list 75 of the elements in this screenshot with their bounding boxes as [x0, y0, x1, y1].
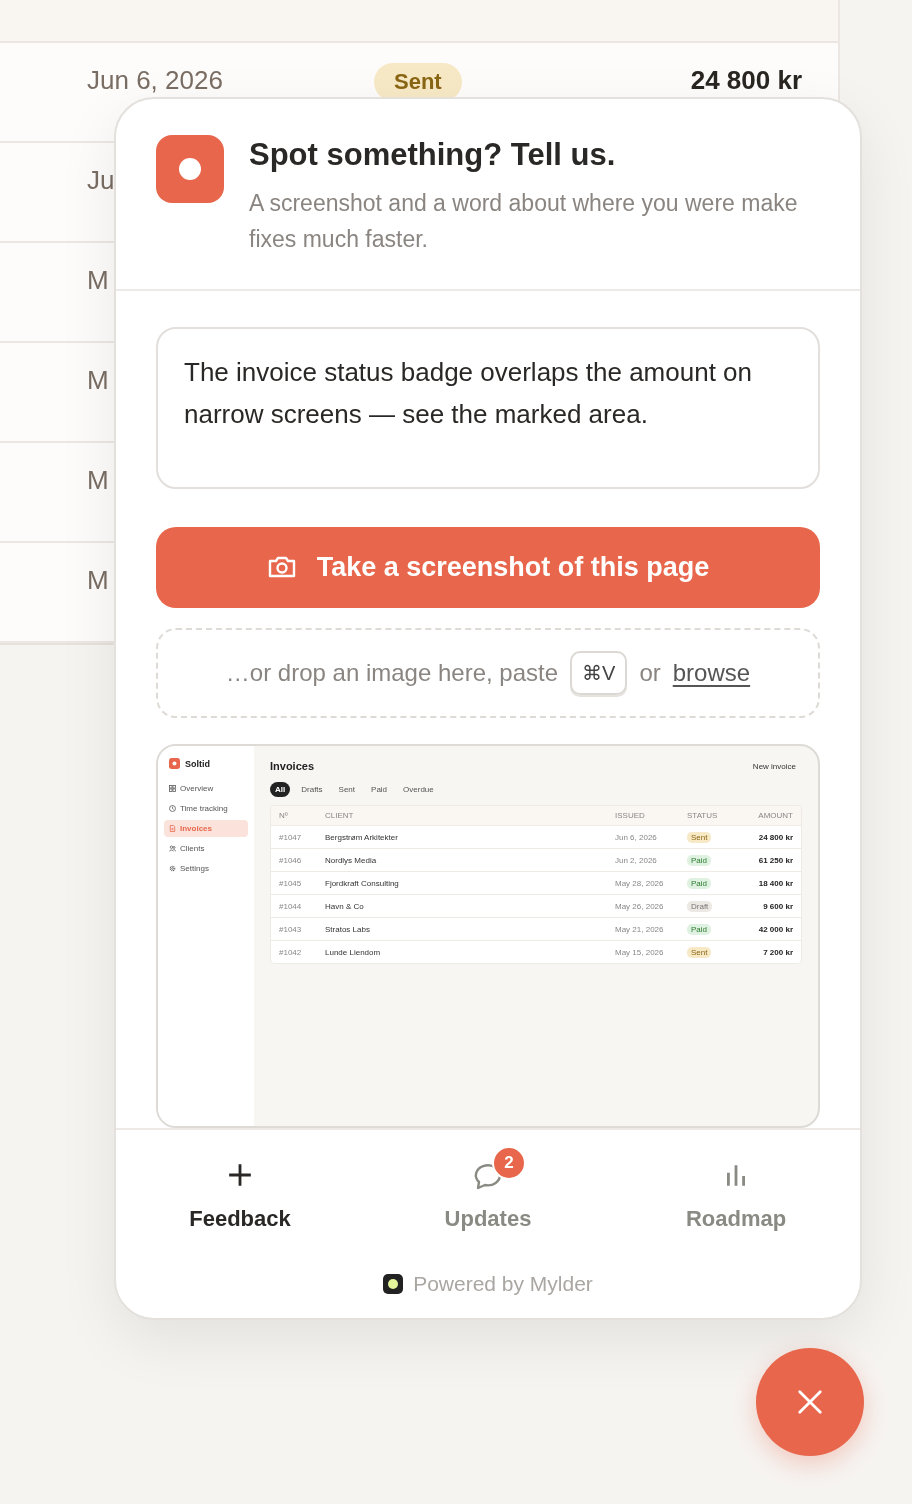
key-hint: ⌘V — [570, 651, 628, 696]
clock-icon — [169, 805, 176, 812]
filter-tab[interactable]: Drafts — [296, 782, 328, 797]
table-cell: Ju — [87, 165, 115, 195]
table-cell-text: Jun 2, 2026 — [615, 855, 658, 865]
plus-icon — [227, 1162, 253, 1188]
app-name: Soltid — [185, 758, 210, 769]
table-cell-text: #1042 — [279, 947, 303, 957]
table-cell-text: May 15, 2026 — [615, 947, 665, 957]
table-cell-text: 9 600 kr — [762, 901, 793, 911]
page-heading: Invoices — [270, 760, 315, 772]
table-cell: M — [87, 565, 109, 595]
status-badge: Paid — [687, 923, 711, 935]
table-cell-text: 18 400 kr — [757, 878, 793, 888]
gear-icon — [169, 865, 176, 872]
status-badge: Sent — [687, 831, 712, 843]
table-cell-text: #1045 — [279, 878, 303, 888]
table-cell-text: 42 000 kr — [757, 924, 793, 934]
table-cell-text: May 21, 2026 — [615, 924, 665, 934]
status-badge: Sent — [687, 946, 712, 958]
status-badge: Paid — [687, 877, 711, 889]
drop-hint: or — [639, 659, 661, 688]
table-cell-text: #1046 — [279, 855, 303, 865]
column-header: ISSUED — [615, 811, 646, 820]
panel-subtitle: A screenshot and a word about where you were make fixes much faster. — [249, 189, 799, 254]
nav-tab[interactable]: Feedback — [116, 1146, 364, 1232]
column-header: CLIENT — [325, 811, 355, 820]
filter-tab[interactable]: Paid — [366, 782, 393, 797]
table-cell-text: Fjordkraft Consulting — [325, 878, 400, 888]
doc-icon — [169, 825, 176, 832]
table-cell-text: May 26, 2026 — [615, 901, 665, 911]
panel-title: Spot something? Tell us. — [249, 136, 617, 174]
filter-tab[interactable]: Sent — [333, 782, 361, 797]
table-cell-text: Lunde Liendom — [325, 947, 382, 957]
status-badge: Draft — [687, 900, 713, 912]
nav-item[interactable]: Overview — [164, 780, 248, 797]
nav-item[interactable]: Clients — [164, 840, 248, 857]
table-cell-text: #1043 — [279, 924, 303, 934]
table-cell-text: #1044 — [279, 901, 303, 911]
drop-zone[interactable]: …or drop an image here, paste ⌘V or browse — [156, 628, 820, 718]
table-cell: 24 800 kr — [690, 65, 802, 95]
count-badge: 2 — [492, 1146, 526, 1180]
column-header: STATUS — [687, 811, 719, 820]
close-icon — [796, 1388, 824, 1416]
grid-icon — [169, 785, 176, 792]
nav-item[interactable]: Time tracking — [164, 800, 248, 817]
filter-tab[interactable]: All — [270, 782, 291, 797]
table-cell-text: Nordlys Media — [325, 855, 378, 865]
table-cell-text: 24 800 kr — [757, 832, 793, 842]
table-cell-text: 7 200 kr — [762, 947, 793, 957]
column-header: AMOUNT — [757, 811, 793, 820]
app-logo-icon — [169, 758, 180, 769]
table-cell-text: Jun 6, 2026 — [615, 832, 658, 842]
record-icon — [156, 135, 224, 203]
table-cell-text: Bergstrøm Arkitekter — [325, 832, 399, 842]
filter-tab[interactable]: Overdue — [398, 782, 439, 797]
people-icon — [169, 845, 176, 852]
table-cell-text: Stratos Labs — [325, 924, 371, 934]
table-cell-text: #1047 — [279, 832, 303, 842]
table-cell-text: May 28, 2026 — [615, 878, 665, 888]
brand-icon — [383, 1274, 404, 1294]
table-cell: M — [87, 465, 109, 495]
message-field[interactable]: The invoice status badge overlaps the amount on narrow screens — see the marked area. — [156, 327, 820, 489]
table-cell: M — [87, 365, 109, 395]
powered-by: Powered by Mylder — [413, 1272, 593, 1296]
table-cell: M — [87, 265, 109, 295]
table-cell-text: 61 250 kr — [757, 855, 793, 865]
new-invoice-button[interactable]: New invoice — [752, 761, 796, 771]
drop-hint: …or drop an image here, paste — [225, 659, 559, 688]
nav-item[interactable]: Settings — [164, 860, 248, 877]
browse-link[interactable]: browse — [672, 659, 751, 688]
column-header: Nº — [279, 811, 289, 820]
table-cell: Jun 6, 2026 — [87, 65, 223, 95]
status-badge: Paid — [687, 854, 711, 866]
table-cell-text: Havn & Co — [325, 901, 365, 911]
